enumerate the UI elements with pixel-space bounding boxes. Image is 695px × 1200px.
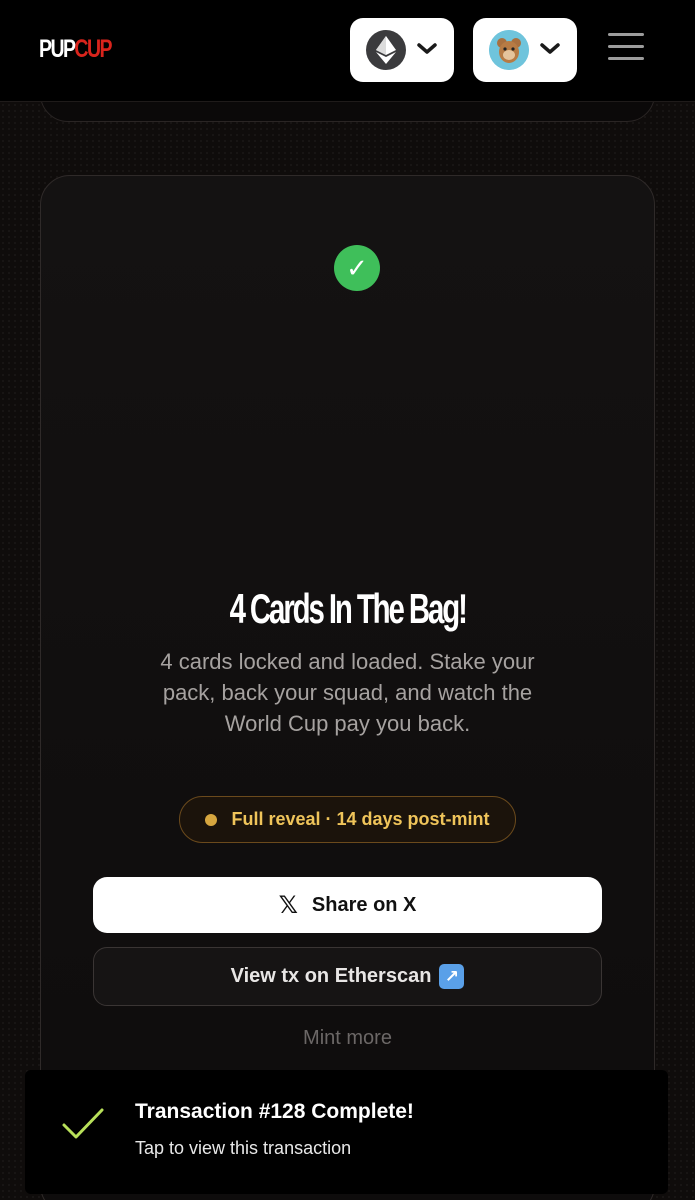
etherscan-label: View tx on Etherscan [230,965,432,987]
view-on-etherscan-button[interactable]: View tx on Etherscan ↗ [93,947,602,1006]
account-menu-button[interactable] [473,18,577,82]
reveal-badge-label: Full reveal · 14 days post-mint [231,809,490,829]
external-link-arrow-icon: ↗ [439,964,465,989]
mint-more-link[interactable]: Mint more [0,1027,695,1050]
toast-subtitle: Tap to view this transaction [135,1138,352,1158]
x-logo-icon: 𝕏 [278,891,298,919]
top-navbar: PUPCUP [0,0,695,102]
transaction-toast[interactable]: Transaction #128 Complete! Tap to view t… [25,1070,668,1194]
share-label: Share on X [311,893,417,916]
chevron-down-icon [539,42,561,59]
monkey-avatar-icon [489,30,529,70]
reveal-badge: Full reveal · 14 days post-mint [179,796,516,843]
share-on-x-button[interactable]: 𝕏 Share on X [93,877,602,933]
pupcup-logo[interactable]: PUPCUP [39,35,112,64]
logo-pup-text: PUP [39,35,76,63]
success-description: 4 cards locked and loaded. Stake your pa… [160,649,535,736]
status-dot-icon [205,813,218,826]
success-title: 4 Cards In The Bag! [229,585,467,632]
checkmark-icon [61,1106,105,1147]
logo-cup-text: CUP [74,35,112,63]
hamburger-menu-icon[interactable] [608,33,644,65]
toast-title: Transaction #128 Complete! [135,1100,414,1123]
network-selector-button[interactable] [350,18,454,82]
chevron-down-icon [416,42,438,59]
ethereum-icon [366,30,406,70]
success-check-icon: ✓ [334,245,380,291]
